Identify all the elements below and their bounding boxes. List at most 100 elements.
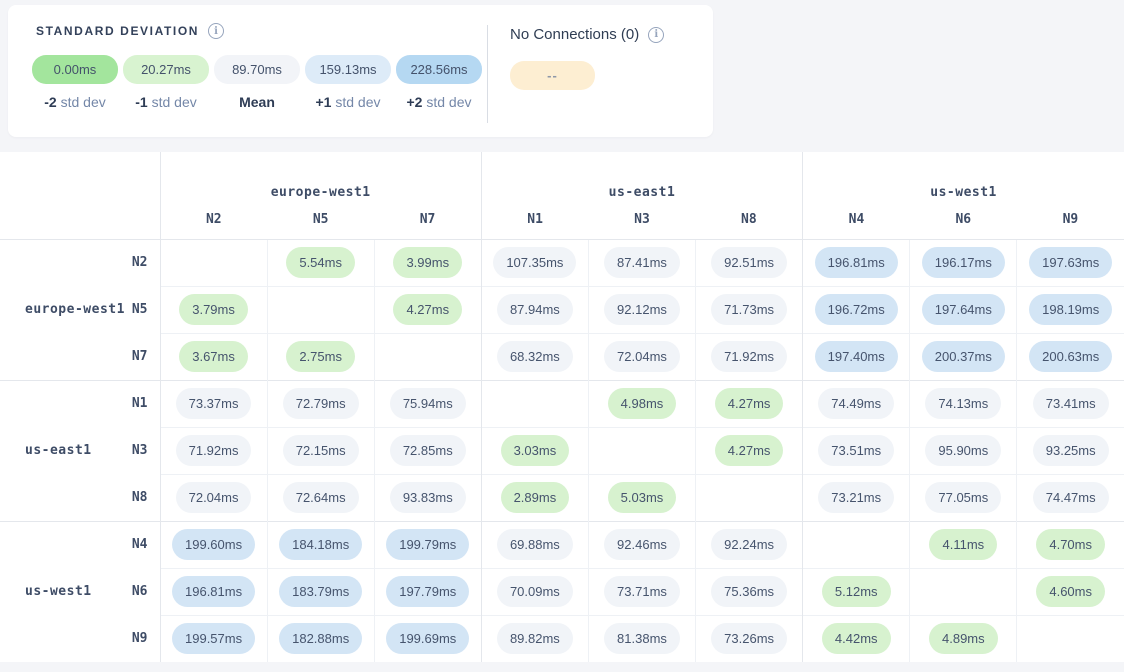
latency-pill[interactable]: 2.75ms [286,341,355,372]
latency-pill[interactable]: 200.37ms [922,341,1005,372]
latency-pill[interactable]: 69.88ms [497,529,573,560]
latency-pill[interactable]: 196.72ms [815,294,898,325]
latency-pill[interactable]: 87.94ms [497,294,573,325]
latency-pill[interactable]: 71.92ms [711,341,787,372]
latency-pill[interactable]: 72.15ms [283,435,359,466]
latency-pill[interactable]: 197.64ms [922,294,1005,325]
latency-cell-self [910,568,1017,615]
latency-pill[interactable]: 71.73ms [711,294,787,325]
latency-pill[interactable]: 72.04ms [176,482,252,513]
latency-pill[interactable]: 72.64ms [283,482,359,513]
matrix-row-N1: N173.37ms72.79ms75.94ms4.98ms4.27ms74.49… [0,380,1124,427]
latency-pill[interactable]: 3.03ms [501,435,570,466]
latency-cell: 4.27ms [696,427,803,474]
latency-pill[interactable]: 70.09ms [497,576,573,607]
column-header-N7: N7 [374,200,481,239]
latency-pill[interactable]: 4.60ms [1036,576,1105,607]
latency-pill[interactable]: 4.11ms [929,529,997,560]
row-group-label: europe-west1 [0,302,132,317]
latency-pill[interactable]: 197.40ms [815,341,898,372]
latency-pill[interactable]: 199.60ms [172,529,255,560]
latency-pill[interactable]: 196.81ms [172,576,255,607]
latency-pill[interactable]: 89.82ms [497,623,573,654]
std-dev-legend-section: STANDARD DEVIATION i 0.00ms20.27ms89.70m… [32,23,487,137]
latency-cell: 68.32ms [481,333,588,380]
latency-pill[interactable]: 74.49ms [818,388,894,419]
latency-pill[interactable]: 71.92ms [176,435,252,466]
latency-pill[interactable]: 2.89ms [501,482,570,513]
latency-pill[interactable]: 73.71ms [604,576,680,607]
latency-pill[interactable]: 4.27ms [715,435,784,466]
latency-pill[interactable]: 81.38ms [604,623,680,654]
column-header-N9: N9 [1017,200,1124,239]
latency-cell: 5.54ms [267,239,374,286]
latency-pill[interactable]: 77.05ms [925,482,1001,513]
info-icon[interactable]: i [648,27,664,43]
latency-pill[interactable]: 4.89ms [929,623,998,654]
latency-pill[interactable]: 199.69ms [386,623,469,654]
latency-pill[interactable]: 182.88ms [279,623,362,654]
latency-pill[interactable]: 92.46ms [604,529,680,560]
latency-pill[interactable]: 199.57ms [172,623,255,654]
latency-pill[interactable]: 197.79ms [386,576,469,607]
latency-pill[interactable]: 93.83ms [390,482,466,513]
latency-pill[interactable]: 199.79ms [386,529,469,560]
latency-pill[interactable]: 74.13ms [925,388,1001,419]
latency-pill[interactable]: 5.54ms [286,247,355,278]
latency-cell: 73.71ms [588,568,695,615]
latency-pill[interactable]: 3.67ms [179,341,248,372]
latency-pill[interactable]: 73.37ms [176,388,252,419]
latency-pill[interactable]: 93.25ms [1033,435,1109,466]
latency-pill[interactable]: 184.18ms [279,529,362,560]
latency-pill[interactable]: 68.32ms [497,341,573,372]
latency-cell: 196.81ms [803,239,910,286]
matrix-row-N5: europe-west1N5 3.79ms 4.27ms 87.94ms 92.12ms… [0,286,1124,333]
latency-pill[interactable]: 183.79ms [279,576,362,607]
latency-pill[interactable]: 73.21ms [818,482,894,513]
latency-cell: 72.85ms [374,427,481,474]
latency-pill[interactable]: 72.04ms [604,341,680,372]
latency-pill[interactable]: 73.51ms [818,435,894,466]
latency-pill[interactable]: 95.90ms [925,435,1001,466]
latency-pill[interactable]: 75.36ms [711,576,787,607]
latency-pill[interactable]: 3.99ms [393,247,462,278]
latency-pill[interactable]: 200.63ms [1029,341,1112,372]
matrix-row-N4: N4199.60ms184.18ms199.79ms69.88ms92.46ms… [0,521,1124,568]
latency-pill[interactable]: 3.79ms [179,294,248,325]
latency-pill[interactable]: 73.26ms [711,623,787,654]
latency-pill[interactable]: 72.85ms [390,435,466,466]
row-node-label: N3 [132,443,160,458]
latency-cell: 70.09ms [481,568,588,615]
latency-pill[interactable]: 87.41ms [604,247,680,278]
latency-pill[interactable]: 198.19ms [1029,294,1112,325]
latency-pill[interactable]: 75.94ms [390,388,466,419]
latency-pill[interactable]: 4.27ms [393,294,462,325]
latency-pill[interactable]: 4.27ms [715,388,784,419]
latency-pill[interactable]: 4.70ms [1036,529,1105,560]
latency-cell-self [588,427,695,474]
latency-pill[interactable]: 92.24ms [711,529,787,560]
latency-pill[interactable]: 4.98ms [608,388,677,419]
latency-cell: 71.92ms [696,333,803,380]
latency-pill[interactable]: 107.35ms [493,247,576,278]
info-icon[interactable]: i [208,23,224,39]
latency-cell: 4.70ms [1017,521,1124,568]
latency-cell: 72.64ms [267,474,374,521]
latency-cell-self [696,474,803,521]
latency-pill[interactable]: 92.51ms [711,247,787,278]
latency-pill[interactable]: 196.81ms [815,247,898,278]
latency-cell: 74.13ms [910,380,1017,427]
latency-cell-self [374,333,481,380]
row-header-N7: N7 [0,333,160,380]
latency-pill[interactable]: 5.12ms [822,576,891,607]
latency-pill[interactable]: 196.17ms [922,247,1005,278]
row-node-label: N5 [132,302,160,317]
legend-pill-4: 228.56ms [396,55,482,84]
latency-pill[interactable]: 73.41ms [1033,388,1109,419]
latency-pill[interactable]: 72.79ms [283,388,359,419]
latency-pill[interactable]: 197.63ms [1029,247,1112,278]
latency-pill[interactable]: 5.03ms [608,482,677,513]
latency-pill[interactable]: 92.12ms [604,294,680,325]
latency-pill[interactable]: 4.42ms [822,623,891,654]
latency-pill[interactable]: 74.47ms [1033,482,1109,513]
